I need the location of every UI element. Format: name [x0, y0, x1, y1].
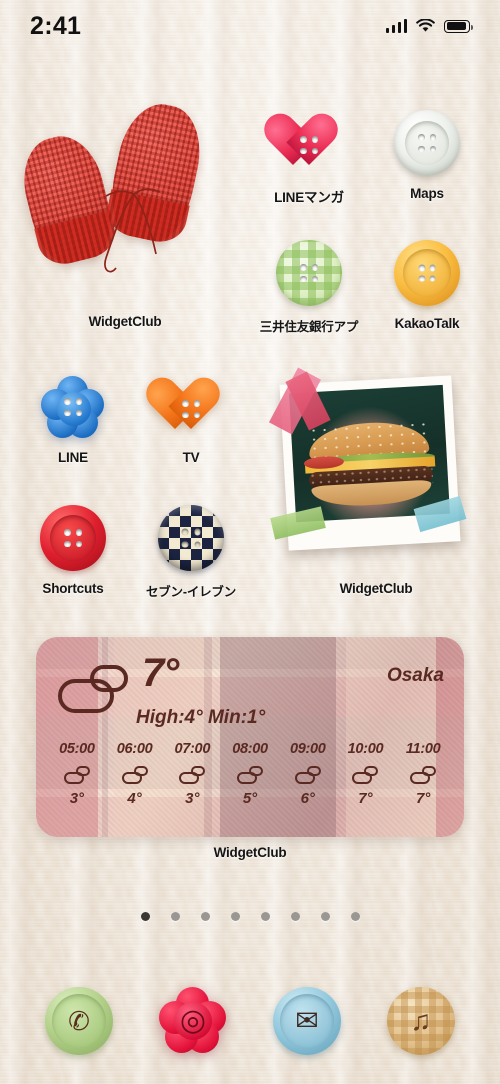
music-note-icon: ♫ [410, 1005, 432, 1036]
cloudy-icon [410, 766, 437, 784]
page-indicator[interactable] [0, 912, 500, 921]
springboard: WidgetClub #hm::before,#hm::after{backgr… [0, 0, 500, 1084]
app-label-maps: Maps [410, 186, 444, 201]
app-label-smbc: 三井住友銀行アプ [259, 320, 359, 334]
mitten-left-graphic [13, 128, 121, 270]
hourly-temp: 6° [300, 790, 315, 807]
page-dot-6[interactable] [290, 912, 300, 921]
battery-icon [444, 19, 473, 33]
heart-button-icon: #hm::before,#hm::after{background:radial… [276, 110, 342, 176]
app-label-seven-eleven: セブン-イレブン [145, 585, 237, 599]
hourly-temp: 4° [127, 790, 142, 807]
weather-widget-label: WidgetClub [213, 845, 287, 860]
dock-app-music[interactable]: ♫ [387, 987, 455, 1055]
page-dot-3[interactable] [200, 912, 210, 921]
app-smbc[interactable] [276, 240, 342, 306]
polaroid-widget-label: WidgetClub [339, 581, 413, 596]
app-shortcuts[interactable] [40, 505, 106, 571]
mittens-widget-label: WidgetClub [88, 314, 162, 329]
page-dot-1[interactable] [140, 912, 150, 921]
hourly-item: 08:00 5° [221, 741, 279, 807]
mitten-right-graphic [102, 97, 210, 247]
status-bar-indicators [385, 19, 473, 33]
app-label-line-manga: LINEマンガ [274, 190, 344, 205]
hourly-time: 08:00 [232, 741, 268, 757]
round-button-icon [394, 110, 460, 176]
hourly-item: 09:00 6° [279, 741, 337, 807]
weather-temp-block: 7° High:4° Min:1° [136, 653, 265, 729]
page-dot-2[interactable] [170, 912, 180, 921]
app-label-kakaotalk: KakaoTalk [394, 316, 460, 331]
page-dot-8[interactable] [350, 912, 360, 921]
page-dot-7[interactable] [320, 912, 330, 921]
weather-hourly-forecast: 05:00 3° 06:00 4° 07:00 3° 08:00 5° 09:0… [36, 741, 464, 807]
polaroid-photo-widget[interactable] [268, 367, 476, 562]
app-label-line: LINE [58, 450, 88, 465]
gingham-round-button-icon [276, 240, 342, 306]
compass-icon: ◎ [179, 1004, 207, 1037]
weather-current-section: 7° High:4° Min:1° Osaka [36, 637, 464, 741]
hourly-item: 11:00 7° [394, 741, 452, 807]
wifi-icon [416, 19, 435, 32]
weather-current-temp: 7° [142, 651, 179, 695]
weather-high-low: High:4° Min:1° [136, 707, 266, 728]
app-line-manga[interactable]: #hm::before,#hm::after{background:radial… [276, 110, 342, 176]
app-tv[interactable]: #htv::before,#htv::after{background:radi… [158, 374, 224, 440]
hourly-temp: 3° [69, 790, 85, 807]
envelope-icon: ✉ [295, 1005, 319, 1036]
cloudy-icon [121, 766, 148, 784]
page-dot-5[interactable] [260, 912, 270, 921]
hourly-temp: 7° [416, 790, 431, 807]
heart-button-icon: #htv::before,#htv::after{background:radi… [158, 374, 224, 440]
dock-app-mail[interactable]: ✉ [273, 987, 341, 1055]
hourly-item: 07:00 3° [163, 741, 221, 807]
cloudy-icon [56, 663, 130, 715]
round-button-icon [40, 505, 106, 571]
hourly-time: 07:00 [174, 741, 211, 757]
hourly-time: 06:00 [116, 741, 153, 757]
hourly-temp: 3° [185, 790, 200, 807]
hourly-time: 09:00 [289, 741, 326, 757]
weather-city: Osaka [386, 665, 444, 686]
hourly-time: 05:00 [59, 741, 95, 757]
app-label-shortcuts: Shortcuts [42, 581, 104, 596]
weather-widget[interactable]: 7° High:4° Min:1° Osaka 05:00 3° 06:00 4… [36, 637, 464, 837]
hourly-temp: 7° [358, 790, 373, 807]
cloudy-icon [63, 766, 90, 784]
app-label-tv: TV [182, 450, 200, 465]
cloudy-icon [294, 766, 321, 784]
round-button-icon [394, 240, 460, 306]
dock-app-safari[interactable]: ◎ [159, 987, 227, 1055]
cloudy-icon [352, 766, 379, 784]
dock-app-phone[interactable]: ✆ [45, 987, 113, 1055]
app-line[interactable] [40, 374, 106, 440]
hourly-temp: 5° [242, 790, 258, 807]
hourly-time: 11:00 [405, 741, 441, 757]
app-seven-eleven[interactable] [158, 505, 224, 571]
status-bar: 2:41 [0, 0, 500, 52]
status-bar-clock: 2:41 [30, 11, 82, 40]
hourly-item: 05:00 3° [48, 741, 106, 807]
flower-button-icon [40, 374, 106, 440]
mittens-photo-widget[interactable] [10, 88, 240, 296]
page-dot-4[interactable] [230, 912, 240, 921]
hourly-item: 06:00 4° [106, 741, 164, 807]
cloudy-icon [237, 766, 264, 784]
dock: ✆ ◎ ✉ ♫ [0, 978, 500, 1064]
app-maps[interactable] [394, 110, 460, 176]
hourly-item: 10:00 7° [337, 741, 395, 807]
hourly-time: 10:00 [347, 741, 384, 757]
app-kakaotalk[interactable] [394, 240, 460, 306]
phone-icon: ✆ [68, 1006, 90, 1036]
cellular-bars-icon [385, 19, 407, 33]
checkered-button-icon [158, 505, 224, 571]
cloudy-icon [179, 766, 206, 784]
